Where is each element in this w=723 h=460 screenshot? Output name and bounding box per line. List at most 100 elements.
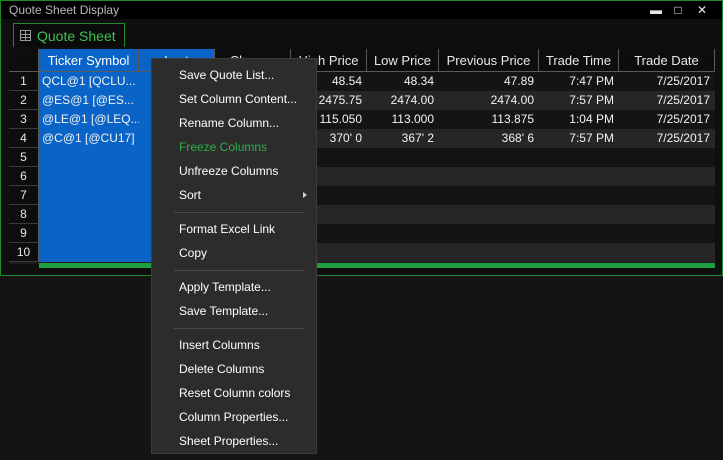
cell-trade-time[interactable] (539, 243, 619, 262)
cell-ticker-symbol[interactable] (39, 148, 139, 167)
table-row[interactable]: 6 (9, 167, 715, 186)
cell-trade-time[interactable] (539, 148, 619, 167)
title-bar[interactable]: Quote Sheet Display ▬ □ ✕ (1, 1, 722, 19)
cell-ticker-symbol[interactable] (39, 243, 139, 262)
cell-trade-time[interactable] (539, 205, 619, 224)
cell-previous-price[interactable] (439, 148, 539, 167)
cell-low-price[interactable] (367, 205, 439, 224)
grid-scroll-bar[interactable] (39, 263, 715, 268)
menu-item-insert-columns[interactable]: Insert Columns (153, 333, 315, 357)
row-number[interactable]: 2 (9, 91, 39, 110)
cell-trade-date[interactable] (619, 148, 715, 167)
cell-ticker-symbol[interactable]: @LE@1 [@LEQ... (39, 110, 139, 129)
cell-previous-price[interactable] (439, 243, 539, 262)
table-row[interactable]: 9 (9, 224, 715, 243)
cell-trade-time[interactable] (539, 224, 619, 243)
cell-low-price[interactable] (367, 167, 439, 186)
cell-previous-price[interactable] (439, 224, 539, 243)
menu-item-unfreeze-columns[interactable]: Unfreeze Columns (153, 159, 315, 183)
row-number[interactable]: 8 (9, 205, 39, 224)
cell-trade-date[interactable]: 7/25/2017 (619, 72, 715, 91)
minimize-button[interactable]: ▬ (645, 2, 667, 18)
row-number[interactable]: 9 (9, 224, 39, 243)
menu-item-delete-columns[interactable]: Delete Columns (153, 357, 315, 381)
menu-item-sort[interactable]: Sort (153, 183, 315, 207)
cell-low-price[interactable] (367, 224, 439, 243)
cell-previous-price[interactable]: 2474.00 (439, 91, 539, 110)
header-col-trade-date[interactable]: Trade Date (619, 49, 715, 72)
cell-previous-price[interactable] (439, 186, 539, 205)
row-number[interactable]: 7 (9, 186, 39, 205)
row-number[interactable]: 6 (9, 167, 39, 186)
cell-low-price[interactable]: 48.34 (367, 72, 439, 91)
cell-ticker-symbol[interactable] (39, 186, 139, 205)
table-row[interactable]: 1 QCL@1 [QCLU... 48.54 48.34 47.89 7:47 PM 7/2… (9, 72, 715, 91)
row-number[interactable]: 5 (9, 148, 39, 167)
menu-item-copy[interactable]: Copy (153, 241, 315, 265)
cell-trade-date[interactable] (619, 167, 715, 186)
cell-previous-price[interactable]: 47.89 (439, 72, 539, 91)
header-col-low-price[interactable]: Low Price (367, 49, 439, 72)
cell-ticker-symbol[interactable] (39, 205, 139, 224)
cell-trade-date[interactable] (619, 243, 715, 262)
menu-item-save-quote-list[interactable]: Save Quote List... (153, 63, 315, 87)
menu-item-column-properties[interactable]: Column Properties... (153, 405, 315, 429)
cell-previous-price[interactable] (439, 167, 539, 186)
cell-trade-time[interactable]: 7:57 PM (539, 129, 619, 148)
menu-item-set-column-content[interactable]: Set Column Content... (153, 87, 315, 111)
cell-low-price[interactable] (367, 243, 439, 262)
menu-item-rename-column[interactable]: Rename Column... (153, 111, 315, 135)
menu-item-save-template[interactable]: Save Template... (153, 299, 315, 323)
cell-low-price[interactable]: 113.000 (367, 110, 439, 129)
cell-trade-date[interactable]: 7/25/2017 (619, 129, 715, 148)
row-number[interactable]: 4 (9, 129, 39, 148)
cell-previous-price[interactable] (439, 205, 539, 224)
cell-ticker-symbol[interactable]: QCL@1 [QCLU... (39, 72, 139, 91)
close-button[interactable]: ✕ (691, 2, 713, 18)
menu-item-reset-column-colors[interactable]: Reset Column colors (153, 381, 315, 405)
cell-previous-price[interactable]: 113.875 (439, 110, 539, 129)
row-number[interactable]: 10 (9, 243, 39, 262)
cell-trade-time[interactable]: 1:04 PM (539, 110, 619, 129)
table-row[interactable]: 8 (9, 205, 715, 224)
menu-item-format-excel-link[interactable]: Format Excel Link (153, 217, 315, 241)
tab-quote-sheet[interactable]: Quote Sheet (13, 23, 125, 47)
cell-trade-date[interactable]: 7/25/2017 (619, 91, 715, 110)
table-row[interactable]: 3 @LE@1 [@LEQ... 115.050 113.000 113.875 1:04… (9, 110, 715, 129)
quote-grid[interactable]: Ticker SymbolLastChangeHigh PriceLow Pri… (9, 49, 715, 268)
cell-trade-time[interactable] (539, 186, 619, 205)
cell-low-price[interactable]: 2474.00 (367, 91, 439, 110)
table-row[interactable]: 10 (9, 243, 715, 262)
cell-low-price[interactable]: 367' 2 (367, 129, 439, 148)
row-number[interactable]: 3 (9, 110, 39, 129)
cell-low-price[interactable] (367, 148, 439, 167)
cell-trade-time[interactable]: 7:57 PM (539, 91, 619, 110)
cell-trade-date[interactable]: 7/25/2017 (619, 110, 715, 129)
row-number[interactable]: 1 (9, 72, 39, 91)
cell-trade-date[interactable] (619, 224, 715, 243)
menu-item-label: Sort (179, 188, 202, 202)
header-col-ticker-symbol[interactable]: Ticker Symbol (39, 49, 139, 72)
table-row[interactable]: 2 @ES@1 [@ES... 2475.75 2474.00 2474.00 7:57 … (9, 91, 715, 110)
cell-trade-time[interactable] (539, 167, 619, 186)
cell-trade-date[interactable] (619, 186, 715, 205)
header-col-trade-time[interactable]: Trade Time (539, 49, 619, 72)
menu-item-sheet-properties[interactable]: Sheet Properties... (153, 429, 315, 453)
cell-trade-date[interactable] (619, 205, 715, 224)
table-row[interactable]: 5 (9, 148, 715, 167)
cell-ticker-symbol[interactable]: @ES@1 [@ES... (39, 91, 139, 110)
cell-trade-time[interactable]: 7:47 PM (539, 72, 619, 91)
cell-previous-price[interactable]: 368' 6 (439, 129, 539, 148)
cell-ticker-symbol[interactable]: @C@1 [@CU17] (39, 129, 139, 148)
menu-item-apply-template[interactable]: Apply Template... (153, 275, 315, 299)
grid-corner[interactable] (9, 49, 39, 72)
table-row[interactable]: 4 @C@1 [@CU17] 370' 0 367' 2 368' 6 7:57 PM 7/… (9, 129, 715, 148)
table-row[interactable]: 7 (9, 186, 715, 205)
cell-ticker-symbol[interactable] (39, 224, 139, 243)
grid-icon (20, 30, 31, 41)
header-col-previous-price[interactable]: Previous Price (439, 49, 539, 72)
cell-low-price[interactable] (367, 186, 439, 205)
maximize-button[interactable]: □ (667, 2, 689, 18)
cell-ticker-symbol[interactable] (39, 167, 139, 186)
menu-item-label: Unfreeze Columns (179, 164, 279, 178)
